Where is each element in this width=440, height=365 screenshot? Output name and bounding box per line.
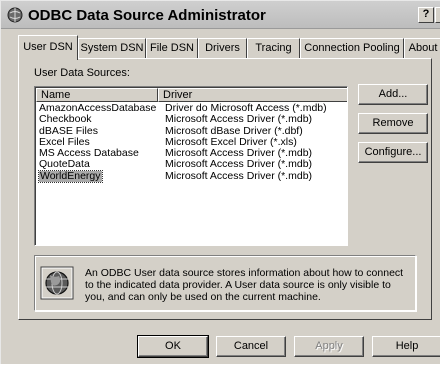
dsn-driver: Microsoft Access Driver (*.mdb) xyxy=(165,169,313,182)
dsn-name: Checkbook xyxy=(39,113,92,126)
dsn-driver: Microsoft Access Driver (*.mdb) xyxy=(165,158,313,171)
odbc-globe-icon xyxy=(40,266,74,300)
configure-button[interactable]: Configure... xyxy=(358,142,428,163)
dsn-name: WorldEnergy xyxy=(38,169,103,183)
list-item-selected[interactable]: WorldEnergy Microsoft Access Driver (*.md… xyxy=(38,169,347,183)
add-button[interactable]: Add... xyxy=(358,84,428,105)
info-description: An ODBC User data source stores informat… xyxy=(85,267,404,303)
apply-button[interactable]: Apply xyxy=(294,336,364,357)
odbc-admin-window: ODBC Data Source Administrator ? User DS… xyxy=(0,0,440,364)
user-data-sources-label: User Data Sources: xyxy=(34,67,130,79)
list-rows: AmazonAccessDatabase Driver do Microsoft … xyxy=(38,103,347,183)
help-button[interactable]: Help xyxy=(372,336,440,357)
dsn-driver: Microsoft Access Driver (*.mdb) xyxy=(165,113,313,126)
user-data-sources-list[interactable]: Name Driver AmazonAccessDatabase Driver d… xyxy=(34,86,348,246)
cancel-button[interactable]: Cancel xyxy=(216,336,286,357)
dsn-driver: Microsoft dBase Driver (*.dbf) xyxy=(165,124,303,137)
ok-button[interactable]: OK xyxy=(137,335,209,358)
dsn-name: dBASE Files xyxy=(39,124,98,137)
dsn-name: QuoteData xyxy=(39,158,90,171)
list-header: Name Driver xyxy=(36,88,347,102)
column-header-name[interactable]: Name xyxy=(36,88,158,102)
remove-button[interactable]: Remove xyxy=(358,113,428,134)
column-header-driver[interactable]: Driver xyxy=(158,88,347,102)
info-box: An ODBC User data source stores informat… xyxy=(34,255,416,311)
list-item[interactable]: Checkbook Microsoft Access Driver (*.mdb) xyxy=(38,113,347,126)
